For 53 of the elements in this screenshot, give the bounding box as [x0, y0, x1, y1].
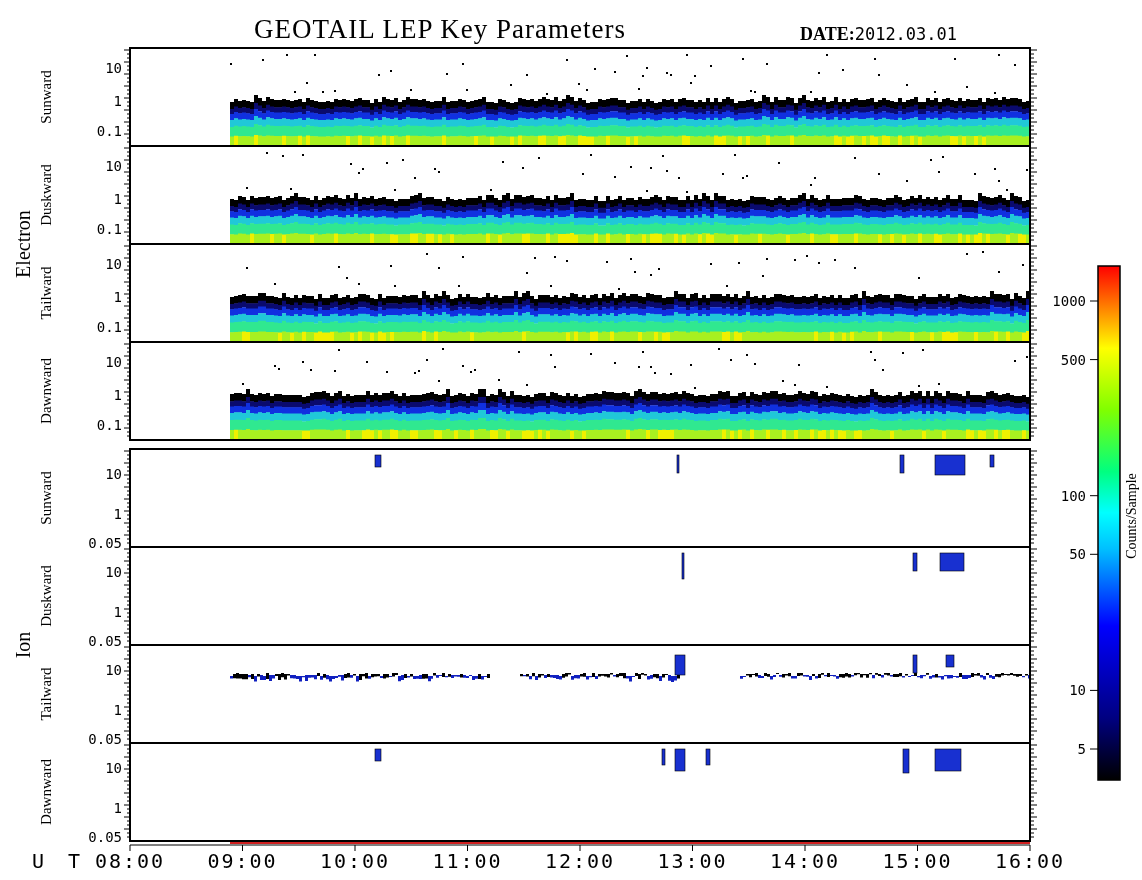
- direction-label: Duskward: [38, 565, 54, 627]
- direction-label: Sunward: [38, 70, 54, 124]
- colorbar-label: Counts/Sample: [1124, 473, 1139, 559]
- y-tick-label: 10: [105, 662, 122, 679]
- y-tick-label: 0.05: [88, 633, 122, 650]
- y-tick-label: 10: [105, 255, 122, 272]
- species-label: Electron: [12, 210, 34, 278]
- y-tick-label: 10: [105, 466, 122, 483]
- x-tick-label: 11:00: [432, 849, 503, 873]
- y-tick-label: 0.1: [96, 123, 122, 140]
- x-tick-label: 16:00: [994, 849, 1066, 873]
- y-tick-label: 0.1: [96, 319, 122, 336]
- y-tick-label: 0.05: [88, 731, 122, 748]
- y-tick-label: 1: [113, 92, 122, 109]
- colorbar-tick-label: 5: [1077, 741, 1086, 757]
- direction-label: Tailward: [38, 667, 54, 721]
- y-tick-label: 1: [113, 701, 122, 718]
- x-tick-label: 15:00: [882, 849, 953, 873]
- y-tick-label: 10: [105, 564, 122, 581]
- plot-title: GEOTAIL LEP Key Parameters: [254, 14, 626, 44]
- date-label: DATE:2012.03.01: [800, 24, 958, 44]
- y-tick-label: 0.1: [96, 417, 122, 434]
- y-tick-label: 1: [113, 190, 122, 207]
- x-axis-label: U T: [32, 849, 87, 873]
- y-tick-label: 1: [113, 505, 122, 522]
- colorbar-tick-label: 1000: [1052, 293, 1086, 309]
- y-tick-label: 1: [113, 288, 122, 305]
- y-tick-label: 1: [113, 603, 122, 620]
- y-tick-label: 10: [105, 760, 122, 777]
- x-tick-label: 08:00: [94, 849, 166, 873]
- direction-label: Duskward: [38, 164, 54, 226]
- direction-label: Dawnward: [38, 759, 54, 825]
- y-tick-label: 1: [113, 799, 122, 816]
- y-tick-label: 10: [105, 59, 122, 76]
- species-label: Ion: [12, 631, 34, 659]
- y-tick-label: 10: [105, 157, 122, 174]
- x-tick-label: 10:00: [319, 849, 391, 873]
- colorbar-tick-label: 500: [1060, 351, 1086, 368]
- x-tick-label: 09:00: [207, 849, 278, 873]
- colorbar-tick-label: 100: [1060, 487, 1086, 504]
- x-tick-label: 14:00: [769, 849, 841, 873]
- x-tick-label: 12:00: [544, 849, 616, 873]
- direction-label: Sunward: [38, 471, 54, 525]
- direction-label: Tailward: [38, 266, 54, 320]
- y-tick-label: 0.05: [88, 535, 122, 552]
- colorbar-tick-label: 10: [1069, 682, 1086, 699]
- y-tick-label: 0.1: [96, 221, 122, 238]
- x-tick-label: 13:00: [657, 849, 728, 873]
- colorbar-tick-label: 50: [1069, 546, 1086, 563]
- y-tick-label: 1: [113, 386, 122, 403]
- y-tick-label: 10: [105, 353, 122, 370]
- y-tick-label: 0.05: [88, 829, 122, 846]
- direction-label: Dawnward: [38, 358, 54, 424]
